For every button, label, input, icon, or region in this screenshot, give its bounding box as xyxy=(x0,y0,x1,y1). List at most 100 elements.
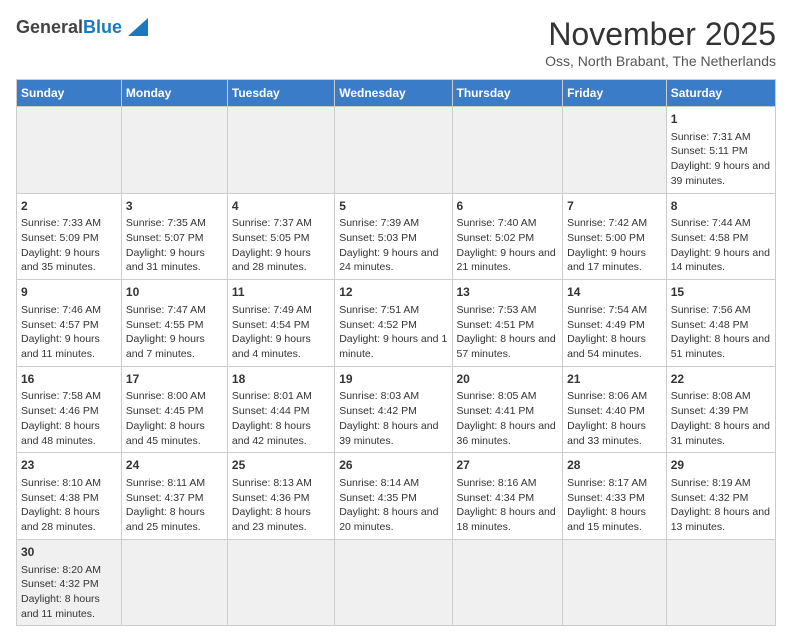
sunrise-text: Sunrise: 7:44 AM xyxy=(671,216,771,231)
sunrise-text: Sunrise: 8:13 AM xyxy=(232,476,330,491)
daylight-text: Daylight: 9 hours and 4 minutes. xyxy=(232,332,330,361)
day-number: 10 xyxy=(126,284,223,301)
sunrise-text: Sunrise: 8:06 AM xyxy=(567,389,662,404)
sunrise-text: Sunrise: 8:01 AM xyxy=(232,389,330,404)
sunrise-text: Sunrise: 8:05 AM xyxy=(457,389,559,404)
daylight-text: Daylight: 8 hours and 25 minutes. xyxy=(126,505,223,534)
calendar-cell: 19Sunrise: 8:03 AMSunset: 4:42 PMDayligh… xyxy=(335,366,452,453)
month-title: November 2025 xyxy=(545,16,776,53)
sunrise-text: Sunrise: 7:58 AM xyxy=(21,389,117,404)
week-row-0: 1Sunrise: 7:31 AMSunset: 5:11 PMDaylight… xyxy=(17,107,776,194)
daylight-text: Daylight: 9 hours and 14 minutes. xyxy=(671,246,771,275)
daylight-text: Daylight: 9 hours and 11 minutes. xyxy=(21,332,117,361)
calendar-cell: 26Sunrise: 8:14 AMSunset: 4:35 PMDayligh… xyxy=(335,453,452,540)
sunrise-text: Sunrise: 8:16 AM xyxy=(457,476,559,491)
calendar-cell: 8Sunrise: 7:44 AMSunset: 4:58 PMDaylight… xyxy=(666,193,775,280)
calendar-cell: 24Sunrise: 8:11 AMSunset: 4:37 PMDayligh… xyxy=(121,453,227,540)
daylight-text: Daylight: 8 hours and 39 minutes. xyxy=(339,419,447,448)
calendar-cell: 9Sunrise: 7:46 AMSunset: 4:57 PMDaylight… xyxy=(17,280,122,367)
day-number: 5 xyxy=(339,198,447,215)
day-number: 9 xyxy=(21,284,117,301)
sunrise-text: Sunrise: 7:37 AM xyxy=(232,216,330,231)
sunset-text: Sunset: 4:57 PM xyxy=(21,318,117,333)
calendar-cell: 7Sunrise: 7:42 AMSunset: 5:00 PMDaylight… xyxy=(563,193,667,280)
sunrise-text: Sunrise: 8:03 AM xyxy=(339,389,447,404)
daylight-text: Daylight: 8 hours and 13 minutes. xyxy=(671,505,771,534)
day-number: 1 xyxy=(671,111,771,128)
daylight-text: Daylight: 9 hours and 21 minutes. xyxy=(457,246,559,275)
week-row-5: 30Sunrise: 8:20 AMSunset: 4:32 PMDayligh… xyxy=(17,539,776,626)
sunset-text: Sunset: 5:03 PM xyxy=(339,231,447,246)
weekday-header-row: SundayMondayTuesdayWednesdayThursdayFrid… xyxy=(17,80,776,107)
calendar-cell: 12Sunrise: 7:51 AMSunset: 4:52 PMDayligh… xyxy=(335,280,452,367)
calendar-cell xyxy=(563,107,667,194)
sunrise-text: Sunrise: 7:35 AM xyxy=(126,216,223,231)
sunset-text: Sunset: 5:00 PM xyxy=(567,231,662,246)
sunrise-text: Sunrise: 7:53 AM xyxy=(457,303,559,318)
calendar-cell: 5Sunrise: 7:39 AMSunset: 5:03 PMDaylight… xyxy=(335,193,452,280)
sunset-text: Sunset: 4:40 PM xyxy=(567,404,662,419)
sunset-text: Sunset: 4:38 PM xyxy=(21,491,117,506)
daylight-text: Daylight: 9 hours and 28 minutes. xyxy=(232,246,330,275)
day-number: 30 xyxy=(21,544,117,561)
day-number: 23 xyxy=(21,457,117,474)
week-row-1: 2Sunrise: 7:33 AMSunset: 5:09 PMDaylight… xyxy=(17,193,776,280)
daylight-text: Daylight: 8 hours and 23 minutes. xyxy=(232,505,330,534)
calendar-table: SundayMondayTuesdayWednesdayThursdayFrid… xyxy=(16,79,776,626)
sunset-text: Sunset: 4:58 PM xyxy=(671,231,771,246)
day-number: 16 xyxy=(21,371,117,388)
sunset-text: Sunset: 4:42 PM xyxy=(339,404,447,419)
weekday-header-tuesday: Tuesday xyxy=(227,80,334,107)
day-number: 8 xyxy=(671,198,771,215)
daylight-text: Daylight: 9 hours and 31 minutes. xyxy=(126,246,223,275)
daylight-text: Daylight: 8 hours and 20 minutes. xyxy=(339,505,447,534)
weekday-header-sunday: Sunday xyxy=(17,80,122,107)
day-number: 26 xyxy=(339,457,447,474)
sunset-text: Sunset: 4:41 PM xyxy=(457,404,559,419)
daylight-text: Daylight: 8 hours and 11 minutes. xyxy=(21,592,117,621)
sunrise-text: Sunrise: 7:39 AM xyxy=(339,216,447,231)
day-number: 13 xyxy=(457,284,559,301)
calendar-cell xyxy=(121,539,227,626)
calendar-cell: 15Sunrise: 7:56 AMSunset: 4:48 PMDayligh… xyxy=(666,280,775,367)
logo: GeneralBlue xyxy=(16,16,148,38)
sunrise-text: Sunrise: 7:51 AM xyxy=(339,303,447,318)
sunset-text: Sunset: 5:02 PM xyxy=(457,231,559,246)
sunrise-text: Sunrise: 8:00 AM xyxy=(126,389,223,404)
sunset-text: Sunset: 4:52 PM xyxy=(339,318,447,333)
daylight-text: Daylight: 9 hours and 7 minutes. xyxy=(126,332,223,361)
calendar-cell xyxy=(452,107,563,194)
calendar-cell: 25Sunrise: 8:13 AMSunset: 4:36 PMDayligh… xyxy=(227,453,334,540)
sunrise-text: Sunrise: 8:10 AM xyxy=(21,476,117,491)
daylight-text: Daylight: 8 hours and 15 minutes. xyxy=(567,505,662,534)
sunset-text: Sunset: 5:07 PM xyxy=(126,231,223,246)
weekday-header-monday: Monday xyxy=(121,80,227,107)
day-number: 7 xyxy=(567,198,662,215)
calendar-cell: 3Sunrise: 7:35 AMSunset: 5:07 PMDaylight… xyxy=(121,193,227,280)
daylight-text: Daylight: 9 hours and 1 minute. xyxy=(339,332,447,361)
daylight-text: Daylight: 8 hours and 54 minutes. xyxy=(567,332,662,361)
calendar-cell: 27Sunrise: 8:16 AMSunset: 4:34 PMDayligh… xyxy=(452,453,563,540)
daylight-text: Daylight: 9 hours and 39 minutes. xyxy=(671,159,771,188)
sunrise-text: Sunrise: 7:47 AM xyxy=(126,303,223,318)
calendar-cell: 1Sunrise: 7:31 AMSunset: 5:11 PMDaylight… xyxy=(666,107,775,194)
daylight-text: Daylight: 8 hours and 36 minutes. xyxy=(457,419,559,448)
sunset-text: Sunset: 4:44 PM xyxy=(232,404,330,419)
week-row-4: 23 Sunrise: 8:10 AMSunset: 4:38 PM Dayligh… xyxy=(17,453,776,540)
calendar-cell xyxy=(452,539,563,626)
calendar-cell: 20Sunrise: 8:05 AMSunset: 4:41 PMDayligh… xyxy=(452,366,563,453)
sunrise-text: Sunrise: 8:08 AM xyxy=(671,389,771,404)
daylight-text: Daylight: 8 hours and 51 minutes. xyxy=(671,332,771,361)
calendar-cell xyxy=(227,107,334,194)
day-number: 22 xyxy=(671,371,771,388)
calendar-cell: 13Sunrise: 7:53 AMSunset: 4:51 PMDayligh… xyxy=(452,280,563,367)
day-number: 2 xyxy=(21,198,117,215)
day-number: 25 xyxy=(232,457,330,474)
day-number: 21 xyxy=(567,371,662,388)
day-number: 14 xyxy=(567,284,662,301)
sunset-text: Sunset: 4:51 PM xyxy=(457,318,559,333)
day-number: 28 xyxy=(567,457,662,474)
weekday-header-thursday: Thursday xyxy=(452,80,563,107)
calendar-cell xyxy=(17,107,122,194)
daylight-text: Daylight: 9 hours and 24 minutes. xyxy=(339,246,447,275)
